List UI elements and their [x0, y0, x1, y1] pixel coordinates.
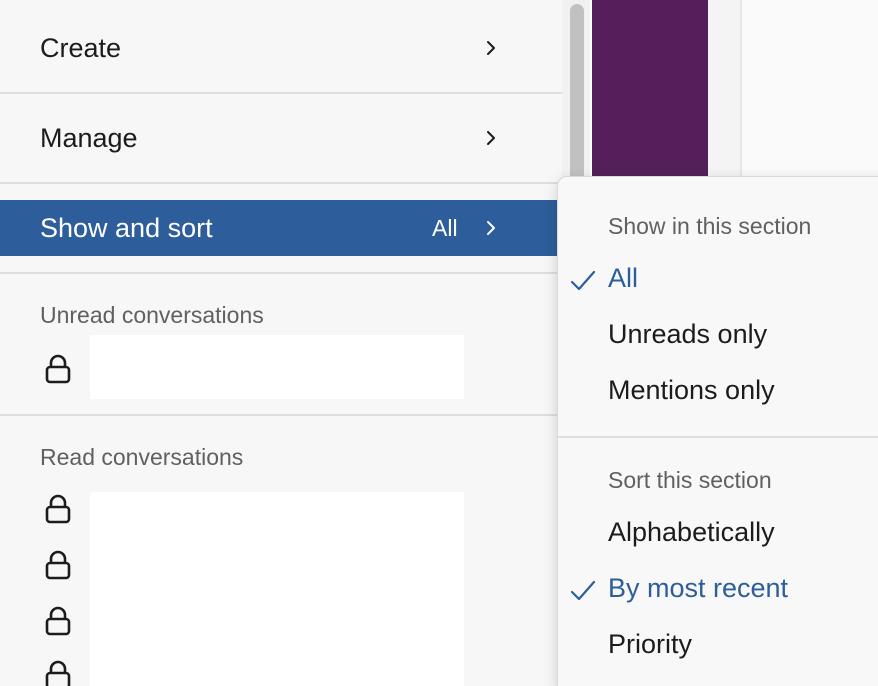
lock-icon	[44, 354, 72, 384]
lock-icon	[44, 494, 72, 524]
read-conversations-label: Read conversations	[40, 444, 244, 470]
menu-item-create[interactable]: Create	[0, 4, 562, 92]
section-options-menu: Create Manage Show and sort All Unread c…	[0, 0, 562, 686]
menu-divider	[0, 272, 562, 274]
sort-option-priority[interactable]: Priority	[608, 629, 692, 660]
sort-option-alphabetically[interactable]: Alphabetically	[608, 517, 775, 548]
sort-option-by-most-recent[interactable]: By most recent	[608, 573, 788, 604]
submenu-divider	[558, 436, 878, 438]
show-option-all[interactable]: All	[608, 263, 638, 294]
checkmark-icon	[570, 580, 596, 602]
menu-divider	[0, 414, 562, 416]
conversation-placeholder	[90, 492, 464, 686]
workspace-screen: Create Manage Show and sort All Unread c…	[0, 0, 878, 686]
show-sort-current-value: All	[432, 214, 458, 241]
scrollbar-thumb[interactable]	[570, 4, 584, 200]
sort-section-heading: Sort this section	[608, 467, 772, 493]
menu-item-manage[interactable]: Manage	[0, 94, 562, 182]
chevron-right-icon	[482, 129, 500, 147]
checkmark-icon	[570, 270, 596, 292]
conversation-placeholder	[90, 335, 464, 399]
lock-icon	[44, 606, 72, 636]
chevron-right-icon	[482, 219, 500, 237]
show-and-sort-submenu: Show in this section All Unreads only Me…	[557, 176, 878, 686]
menu-item-show-and-sort[interactable]: Show and sort All	[0, 200, 562, 256]
menu-divider	[0, 182, 562, 184]
unread-conversations-label: Unread conversations	[40, 302, 264, 328]
menu-item-label: Show and sort	[40, 212, 213, 243]
show-option-unreads-only[interactable]: Unreads only	[608, 319, 767, 350]
lock-icon	[44, 550, 72, 580]
menu-item-label: Create	[40, 32, 122, 63]
show-option-mentions-only[interactable]: Mentions only	[608, 375, 775, 406]
lock-icon	[44, 660, 72, 686]
menu-item-label: Manage	[40, 122, 138, 153]
chevron-right-icon	[482, 39, 500, 57]
show-section-heading: Show in this section	[608, 213, 812, 239]
